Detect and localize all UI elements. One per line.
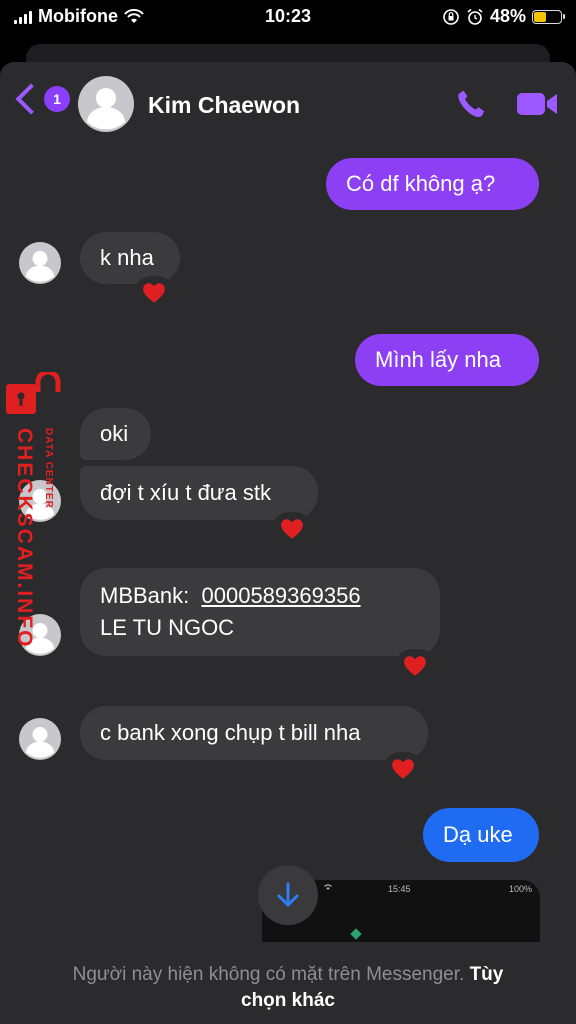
heart-icon xyxy=(143,283,165,303)
bank-name: MBBank: xyxy=(100,583,190,608)
incoming-message[interactable]: đợi t xíu t đưa stk xyxy=(80,466,318,520)
status-right: 48% xyxy=(442,6,565,27)
reaction[interactable] xyxy=(134,276,174,310)
phone-call-icon[interactable] xyxy=(454,87,488,121)
reaction[interactable] xyxy=(395,649,435,683)
outgoing-message[interactable]: Có df không ạ? xyxy=(326,158,539,210)
contact-avatar[interactable] xyxy=(78,76,134,132)
watermark-subtext: DATA CENTER xyxy=(43,428,54,509)
outgoing-message[interactable]: Dạ uke xyxy=(423,808,539,862)
lock-icon xyxy=(6,372,61,414)
sender-avatar[interactable] xyxy=(19,242,61,284)
footer-bar: Người này hiện không có mặt trên Messeng… xyxy=(0,942,576,1024)
account-number-link[interactable]: 0000589369356 xyxy=(202,583,361,608)
preview-time: 15:45 xyxy=(388,884,411,894)
footer-line-1: Người này hiện không có mặt trên Messeng… xyxy=(0,964,576,986)
watermark: CHECKSCAM.INFO DATA CENTER xyxy=(2,372,64,652)
back-button[interactable]: 1 xyxy=(14,83,70,115)
wifi-icon xyxy=(324,884,332,890)
chat-sheet: 1 Kim Chaewon Có df không ạ? k nha Mình … xyxy=(0,62,576,1024)
reaction[interactable] xyxy=(272,512,312,546)
alarm-icon xyxy=(467,8,483,25)
battery-percent: 48% xyxy=(489,6,526,26)
account-holder: LE TU NGOC xyxy=(100,615,235,640)
bank-info-message[interactable]: MBBank: 0000589369356 LE TU NGOC xyxy=(80,568,440,656)
preview-battery: 100% xyxy=(508,884,532,894)
outgoing-message[interactable]: Mình lấy nha xyxy=(355,334,539,386)
heart-icon xyxy=(404,656,426,676)
video-call-icon[interactable] xyxy=(515,89,559,119)
diamond-icon xyxy=(350,928,362,940)
reaction[interactable] xyxy=(383,752,423,786)
other-options-link[interactable]: Tùy xyxy=(470,964,504,985)
battery-icon xyxy=(532,9,565,24)
heart-icon xyxy=(392,759,414,779)
offline-notice: Người này hiện không có mặt trên Messeng… xyxy=(72,964,465,985)
arrow-down-icon xyxy=(277,882,299,907)
unread-badge: 1 xyxy=(44,86,70,112)
incoming-message[interactable]: c bank xong chụp t bill nha xyxy=(80,706,428,760)
bank-line-1: MBBank: 0000589369356 xyxy=(100,583,361,609)
heart-icon xyxy=(281,519,303,539)
contact-name[interactable]: Kim Chaewon xyxy=(148,92,300,119)
scroll-down-button[interactable] xyxy=(258,865,318,925)
other-options-link-line2[interactable]: chọn khác xyxy=(0,990,576,1012)
orientation-lock-icon xyxy=(443,8,459,25)
chat-header: 1 Kim Chaewon xyxy=(0,62,576,148)
incoming-message[interactable]: k nha xyxy=(80,232,180,284)
watermark-text: CHECKSCAM.INFO xyxy=(13,428,36,649)
incoming-message[interactable]: oki xyxy=(80,408,151,460)
sender-avatar[interactable] xyxy=(19,718,61,760)
chevron-left-icon xyxy=(15,83,47,115)
status-bar: Mobifone 10:23 48% xyxy=(0,0,576,34)
